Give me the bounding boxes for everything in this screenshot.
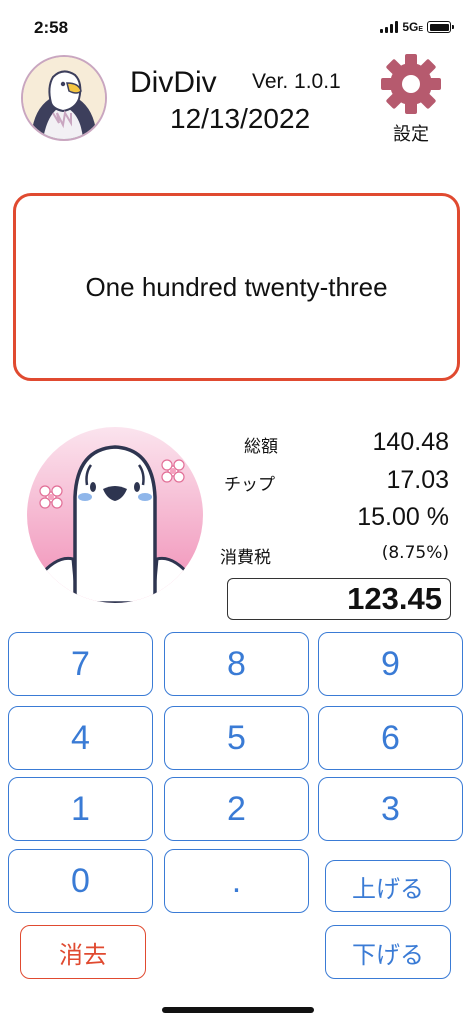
status-time: 2:58 [34,18,69,37]
key-5[interactable]: 5 [164,706,309,770]
signal-icon [380,21,399,33]
total-label: 総額 [244,437,278,457]
tax-label: 消費税 [220,548,271,568]
settings-button[interactable]: 設定 [376,52,446,145]
key-1[interactable]: 1 [8,777,153,841]
app-version: Ver. 1.0.1 [252,70,341,93]
home-indicator[interactable] [162,1007,314,1013]
key-decimal[interactable]: . [164,849,309,913]
tip-percent[interactable]: 15.00 % [357,503,449,532]
bird-illustration [27,427,203,603]
amount-words-panel: One hundred twenty-three [13,193,460,381]
key-9[interactable]: 9 [318,632,463,696]
app-title: DivDiv [130,66,217,99]
amount-display: 123.45 [227,578,451,620]
key-6[interactable]: 6 [318,706,463,770]
tip-value: 17.03 [386,466,449,494]
avatar [21,55,107,141]
key-0[interactable]: 0 [8,849,153,913]
key-2[interactable]: 2 [164,777,309,841]
key-4[interactable]: 4 [8,706,153,770]
total-value: 140.48 [372,428,449,456]
key-8[interactable]: 8 [164,632,309,696]
gear-icon [381,54,441,114]
tax-rate: (8.75%) [381,543,449,563]
status-indicators: 5GE [380,20,454,34]
current-date: 12/13/2022 [170,103,311,134]
key-7[interactable]: 7 [8,632,153,696]
settings-label: 設定 [393,124,429,145]
round-up-button[interactable]: 上げる [325,860,451,912]
amount-words-text: One hundred twenty-three [85,271,388,302]
tip-label: チップ [224,475,275,495]
battery-icon [427,21,454,33]
network-type: 5GE [402,20,423,34]
round-down-button[interactable]: 下げる [325,925,451,979]
clear-button[interactable]: 消去 [20,925,146,979]
key-3[interactable]: 3 [318,777,463,841]
